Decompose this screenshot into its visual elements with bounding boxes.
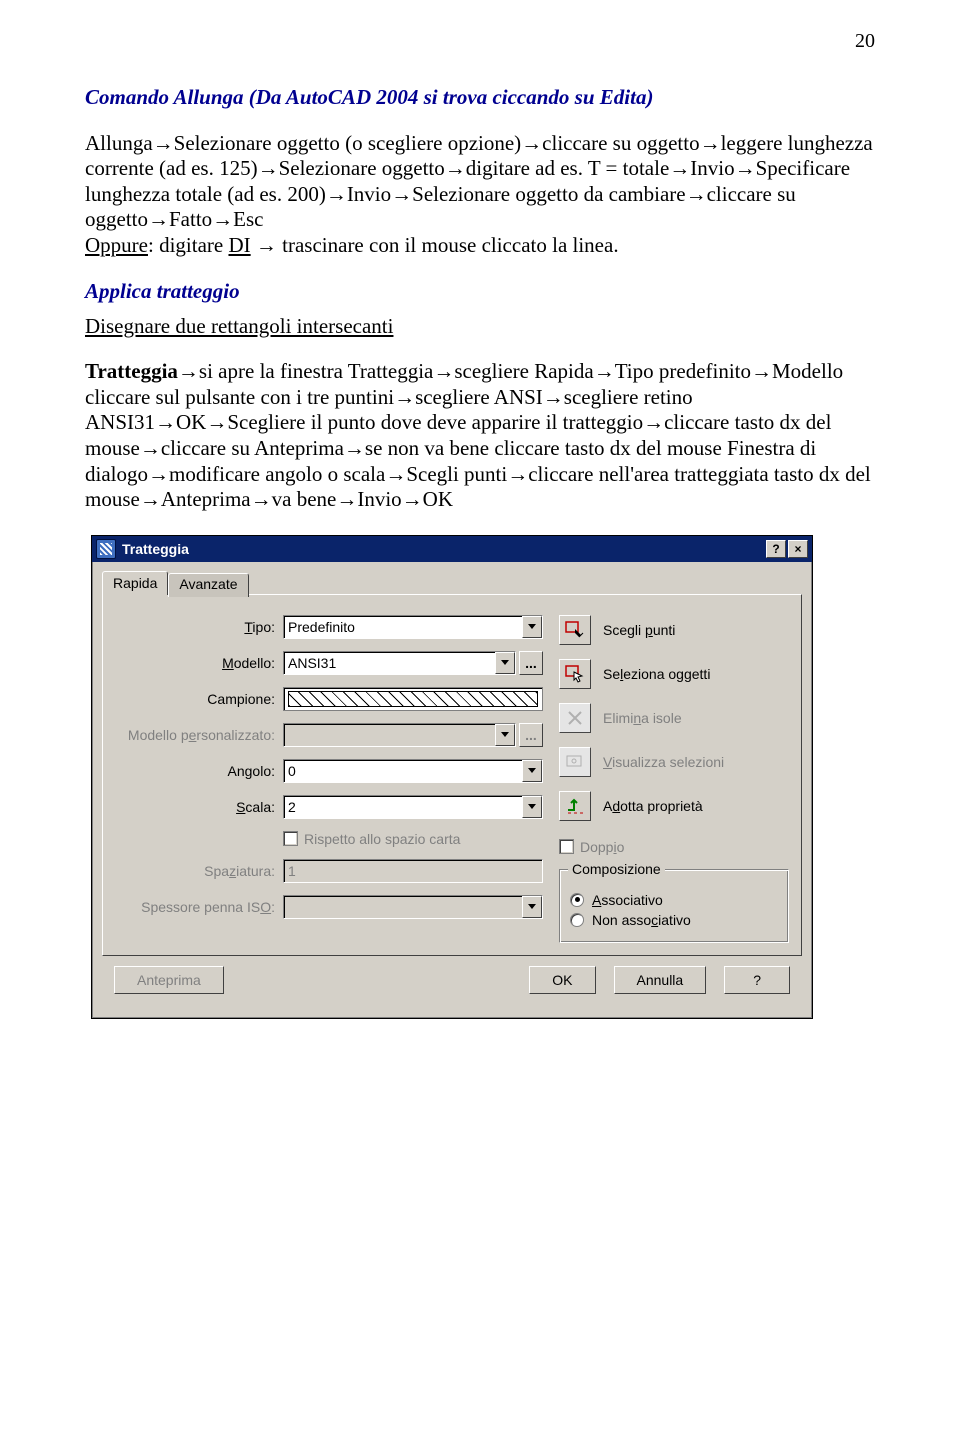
view-selections-label: Visualizza selezioni bbox=[603, 754, 724, 770]
checkbox-icon bbox=[559, 839, 574, 854]
label-angolo: Angolo: bbox=[115, 763, 283, 779]
label-modello: Modello: bbox=[115, 655, 283, 671]
label-campione: Campione: bbox=[115, 691, 283, 707]
remove-islands-button bbox=[559, 703, 591, 733]
right-column: Scegli punti Seleziona oggetti bbox=[559, 615, 789, 943]
combo-spessore bbox=[283, 895, 543, 919]
view-selections-icon bbox=[565, 754, 585, 770]
tab-avanzate[interactable]: Avanzate bbox=[168, 573, 248, 597]
radio-associativo[interactable]: Associativo bbox=[570, 892, 778, 908]
help-button[interactable]: ? bbox=[766, 540, 786, 558]
inherit-props-button[interactable] bbox=[559, 791, 591, 821]
combo-angolo[interactable]: 0 bbox=[283, 759, 543, 783]
chevron-down-icon[interactable] bbox=[495, 652, 515, 674]
label-personalizzato: Modello personalizzato: bbox=[115, 727, 283, 743]
close-button[interactable]: × bbox=[788, 540, 808, 558]
chevron-down-icon[interactable] bbox=[522, 616, 542, 638]
help-dialog-button[interactable]: ? bbox=[724, 966, 790, 994]
label-spaziatura: Spaziatura: bbox=[115, 863, 283, 879]
inherit-props-icon bbox=[565, 797, 585, 815]
browse-custom-button: ... bbox=[519, 723, 543, 747]
tratteggio-body: Tratteggia→si apre la finestra Tratteggi… bbox=[85, 359, 875, 513]
combo-modello[interactable]: ANSI31 bbox=[283, 651, 516, 675]
allunga-paragraph: Allunga→Selezionare oggetto (o scegliere… bbox=[85, 131, 875, 259]
di-label: DI bbox=[228, 233, 250, 257]
select-objects-label: Seleziona oggetti bbox=[603, 666, 710, 682]
checkbox-icon bbox=[283, 831, 298, 846]
view-selections-button bbox=[559, 747, 591, 777]
section-title-tratteggio: Applica tratteggio bbox=[85, 279, 875, 304]
left-column: Tipo: Predefinito Modello: ANSI31 bbox=[115, 615, 543, 943]
tab-rapida[interactable]: Rapida bbox=[102, 571, 168, 595]
document-page: 20 Comando Allunga (Da AutoCAD 2004 si t… bbox=[0, 0, 960, 1059]
anteprima-button: Anteprima bbox=[114, 966, 224, 994]
dialog-button-bar: Anteprima OK Annulla ? bbox=[102, 956, 802, 1006]
app-icon bbox=[96, 539, 116, 559]
combo-personalizzato bbox=[283, 723, 516, 747]
dialog-title: Tratteggia bbox=[122, 541, 189, 557]
tratteggio-subtitle: Disegnare due rettangoli intersecanti bbox=[85, 314, 875, 340]
composizione-group: Composizione Associativo Non associativo bbox=[559, 869, 789, 943]
composizione-legend: Composizione bbox=[568, 861, 665, 877]
chevron-down-icon[interactable] bbox=[522, 760, 542, 782]
radio-non-associativo[interactable]: Non associativo bbox=[570, 912, 778, 928]
chevron-down-icon bbox=[495, 724, 515, 746]
remove-islands-icon bbox=[566, 709, 584, 727]
dialog-titlebar[interactable]: Tratteggia ? × bbox=[92, 536, 812, 562]
select-objects-icon bbox=[565, 665, 585, 683]
screenshot-dialog-wrap: Tratteggia ? × Rapida Avanzate Tipo: Pre… bbox=[85, 535, 875, 1019]
tratteggia-dialog: Tratteggia ? × Rapida Avanzate Tipo: Pre… bbox=[91, 535, 813, 1019]
inherit-props-label: Adotta proprietà bbox=[603, 798, 703, 814]
combo-scala[interactable]: 2 bbox=[283, 795, 543, 819]
input-spaziatura: 1 bbox=[283, 859, 543, 883]
remove-islands-label: Elimina isole bbox=[603, 710, 682, 726]
section-title-allunga: Comando Allunga (Da AutoCAD 2004 si trov… bbox=[85, 85, 875, 111]
page-number: 20 bbox=[85, 30, 875, 53]
checkbox-doppio: Doppio bbox=[559, 839, 789, 855]
tab-strip: Rapida Avanzate bbox=[102, 570, 802, 594]
pick-points-label: Scegli punti bbox=[603, 622, 675, 638]
oppure-label: Oppure bbox=[85, 233, 148, 257]
pick-points-icon bbox=[565, 621, 585, 639]
pick-points-button[interactable] bbox=[559, 615, 591, 645]
ok-button[interactable]: OK bbox=[529, 966, 595, 994]
select-objects-button[interactable] bbox=[559, 659, 591, 689]
radio-icon[interactable] bbox=[570, 913, 584, 927]
hatch-swatch[interactable] bbox=[283, 687, 543, 711]
label-scala: Scala: bbox=[115, 799, 283, 815]
tab-panel-rapida: Tipo: Predefinito Modello: ANSI31 bbox=[102, 594, 802, 956]
annulla-button[interactable]: Annulla bbox=[614, 966, 707, 994]
chevron-down-icon[interactable] bbox=[522, 796, 542, 818]
browse-model-button[interactable]: ... bbox=[519, 651, 543, 675]
chevron-down-icon bbox=[522, 896, 542, 918]
combo-tipo[interactable]: Predefinito bbox=[283, 615, 543, 639]
label-tipo: Tipo: bbox=[115, 619, 283, 635]
checkbox-rispetto: Rispetto allo spazio carta bbox=[283, 831, 543, 847]
radio-icon[interactable] bbox=[570, 893, 584, 907]
label-spessore: Spessore penna ISO: bbox=[115, 899, 283, 915]
